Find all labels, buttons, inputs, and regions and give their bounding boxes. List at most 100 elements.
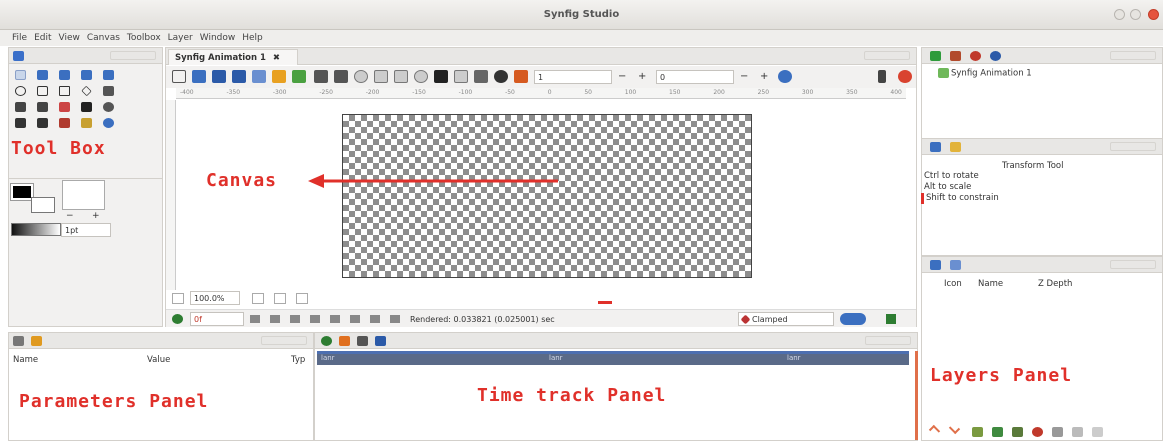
layers-col-zdepth[interactable]: Z Depth	[1038, 279, 1072, 289]
next-frame-icon[interactable]	[330, 315, 340, 323]
cut-icon[interactable]	[1052, 427, 1063, 437]
zoom-field[interactable]: 100.0%	[190, 291, 240, 305]
menu-edit[interactable]: Edit	[34, 33, 51, 43]
decrease-button[interactable]: −	[618, 71, 626, 82]
params-col-value[interactable]: Value	[147, 355, 170, 365]
current-frame-field[interactable]: 0f	[190, 312, 244, 326]
close-tab-icon[interactable]: ✖	[273, 53, 280, 63]
scale-tool-icon[interactable]	[59, 70, 70, 80]
drawing-area[interactable]	[342, 114, 752, 278]
prev-frame-icon[interactable]	[290, 315, 300, 323]
gradient-swatch[interactable]	[11, 223, 61, 236]
sketch-tool-icon[interactable]	[59, 118, 70, 128]
params-col-name[interactable]: Name	[13, 355, 38, 365]
zoom-out-icon[interactable]	[172, 293, 184, 304]
brush-tool-icon[interactable]	[81, 118, 92, 128]
bone-icon[interactable]	[514, 70, 528, 83]
draw-tool-icon[interactable]	[37, 102, 48, 112]
curves-tab-icon[interactable]	[339, 336, 350, 346]
spline-tool-icon[interactable]	[15, 102, 26, 112]
menu-canvas[interactable]: Canvas	[87, 33, 120, 43]
lower-layer-icon[interactable]	[948, 422, 961, 435]
polygon-tool-icon[interactable]	[81, 85, 92, 97]
params-col-type[interactable]: Typ	[291, 355, 305, 365]
copy-icon[interactable]	[1072, 427, 1083, 437]
layer-tree-icon[interactable]	[886, 314, 896, 324]
draw-mode-icon[interactable]	[454, 70, 468, 83]
end-time-icon[interactable]	[390, 315, 400, 323]
snap-grid-icon[interactable]	[394, 70, 408, 83]
delete-layer-icon[interactable]	[1032, 427, 1043, 437]
library-params-tab-icon[interactable]	[31, 336, 42, 346]
document-tab[interactable]: Synfig Animation 1 ✖	[168, 49, 298, 65]
outline-color-swatch[interactable]	[10, 183, 34, 201]
cutout-tool-icon[interactable]	[59, 102, 70, 112]
params-tab-icon[interactable]	[13, 336, 24, 346]
seek-end-icon[interactable]	[370, 315, 380, 323]
info-tab-icon[interactable]	[990, 51, 1001, 61]
seek-begin-icon[interactable]	[250, 315, 260, 323]
sound-tab-icon[interactable]	[375, 336, 386, 346]
undo-icon[interactable]	[272, 70, 286, 83]
onion-skin-icon[interactable]	[414, 70, 428, 83]
menu-lines-icon[interactable]	[474, 70, 488, 83]
panel-grip[interactable]	[1110, 51, 1156, 60]
history-tab-icon[interactable]	[950, 142, 961, 152]
render-icon[interactable]	[314, 70, 328, 83]
maximize-button[interactable]	[1130, 9, 1141, 20]
dropdown-arrow-icon[interactable]	[878, 70, 886, 83]
fill-color-swatch[interactable]	[31, 197, 55, 213]
panel-grip[interactable]	[865, 336, 911, 345]
show-guides-icon[interactable]	[354, 70, 368, 83]
eyedrop-tool-icon[interactable]	[15, 118, 26, 128]
circle-tool-icon[interactable]	[15, 86, 26, 96]
increase-button[interactable]: +	[638, 71, 646, 82]
minimize-button[interactable]	[1114, 9, 1125, 20]
gradient-tool-icon[interactable]	[103, 86, 114, 96]
preview-icon[interactable]	[334, 70, 348, 83]
text-tool-icon[interactable]	[37, 118, 48, 128]
time-cursor[interactable]	[915, 351, 918, 440]
toggle-grid-icon[interactable]	[374, 70, 388, 83]
fill-tool-icon[interactable]	[103, 102, 114, 112]
panel-grip[interactable]	[261, 336, 307, 345]
brush-size-preview[interactable]	[62, 180, 105, 210]
menu-file[interactable]: File	[12, 33, 27, 43]
sets-tab-icon[interactable]	[950, 260, 961, 270]
zoom-in-icon[interactable]	[252, 293, 264, 304]
encapsulate-icon[interactable]	[1012, 427, 1023, 437]
brush-width-field[interactable]: 1pt	[61, 223, 111, 237]
play-icon[interactable]	[310, 315, 320, 323]
timetrack-tab-icon[interactable]	[321, 336, 332, 346]
close-window-button[interactable]	[1148, 9, 1159, 20]
canvas-browser-item[interactable]: Synfig Animation 1	[938, 68, 1032, 79]
zoom-100-icon[interactable]	[296, 293, 308, 304]
frame-field-1[interactable]: 1	[534, 70, 612, 84]
navigator-tab-icon[interactable]	[970, 51, 981, 61]
layers-col-name[interactable]: Name	[978, 279, 1003, 289]
panel-grip[interactable]	[864, 51, 910, 60]
layers-col-icon[interactable]: Icon	[944, 279, 962, 289]
library-tab-icon[interactable]	[950, 51, 961, 61]
zoom-tool-icon[interactable]	[103, 118, 114, 128]
menu-layer[interactable]: Layer	[168, 33, 193, 43]
increase-button-2[interactable]: +	[760, 71, 768, 82]
keyframes-tab-icon[interactable]	[357, 336, 368, 346]
open-file-icon[interactable]	[192, 70, 206, 83]
toolbox-tab-icon[interactable]	[13, 51, 24, 61]
transform-tool-icon[interactable]	[15, 70, 26, 80]
duplicate-layer-icon[interactable]	[972, 427, 983, 437]
rectangle-tool-icon[interactable]	[37, 86, 48, 96]
paste-icon[interactable]	[1092, 427, 1103, 437]
next-keyframe-icon[interactable]	[350, 315, 360, 323]
frame-field-2[interactable]: 0	[656, 70, 734, 84]
time-ruler[interactable]: lanr lanr lanr	[317, 351, 909, 365]
width-tool-icon[interactable]	[81, 102, 92, 112]
panel-grip[interactable]	[1110, 260, 1156, 269]
menu-toolbox[interactable]: Toolbox	[127, 33, 161, 43]
zoom-fit-icon[interactable]	[274, 293, 286, 304]
panel-grip[interactable]	[1110, 142, 1156, 151]
mirror-tool-icon[interactable]	[103, 70, 114, 80]
canvas-browser-tab-icon[interactable]	[930, 51, 941, 61]
decrease-button-2[interactable]: −	[740, 71, 748, 82]
